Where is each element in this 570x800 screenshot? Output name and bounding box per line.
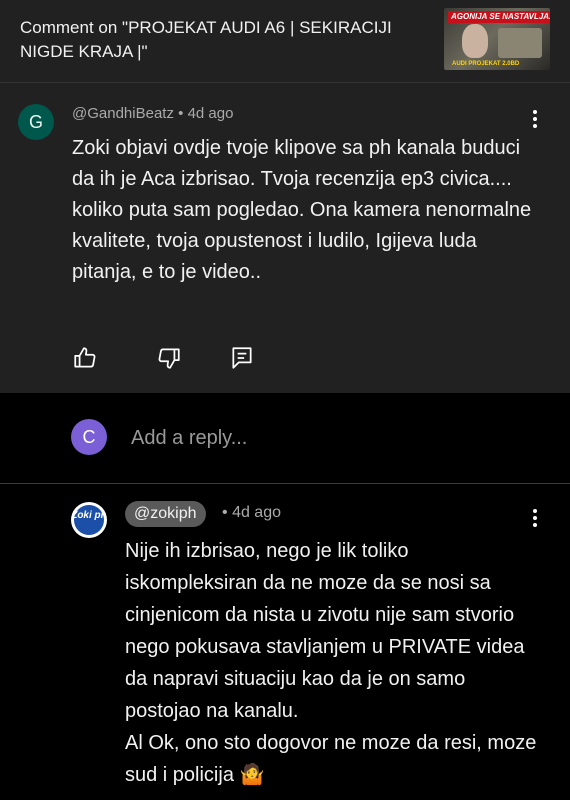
comment-meta: @GandhiBeatz • 4d ago [72, 105, 233, 122]
top-level-comment: G @GandhiBeatz • 4d ago Zoki objavi ovdj… [0, 83, 570, 393]
reply-meta: • 4d ago [222, 504, 281, 522]
user-avatar[interactable]: C [71, 419, 107, 455]
add-reply-row: C Add a reply... [0, 393, 570, 484]
like-icon[interactable] [72, 345, 98, 371]
video-thumbnail[interactable]: AGONIJA SE NASTAVLJA... AUDI PROJEKAT 2.… [444, 8, 550, 70]
avatar[interactable]: G [18, 104, 54, 140]
comment-author[interactable]: @GandhiBeatz [72, 105, 174, 122]
thumbnail-person [462, 24, 488, 58]
comment-time: 4d ago [187, 105, 234, 122]
thumbnail-car-part [498, 28, 542, 58]
thumbnail-banner: AGONIJA SE NASTAVLJA... [448, 11, 550, 23]
reply-text: Nije ih izbrisao, nego je lik toliko isk… [125, 540, 537, 786]
more-options-icon[interactable] [525, 107, 545, 131]
comment-header: Comment on "PROJEKAT AUDI A6 | SEKIRACIJ… [0, 0, 570, 83]
more-options-icon[interactable] [525, 506, 545, 530]
avatar[interactable]: Zoki ph [71, 502, 107, 538]
video-title: Comment on "PROJEKAT AUDI A6 | SEKIRACIJ… [20, 18, 392, 61]
creator-badge[interactable]: @zokiph [125, 501, 206, 527]
reply-time: 4d ago [232, 504, 281, 521]
dislike-icon[interactable] [156, 345, 182, 371]
meta-separator: • [222, 504, 228, 521]
reply-comment: Zoki ph @zokiph • 4d ago Nije ih izbrisa… [0, 484, 570, 800]
avatar-logo-text: Zoki ph [71, 510, 107, 521]
reply-input[interactable]: Add a reply... [131, 427, 247, 450]
reply-icon[interactable] [229, 345, 255, 371]
meta-separator: • [178, 105, 184, 122]
comment-text: Zoki objavi ovdje tvoje klipove sa ph ka… [72, 137, 532, 283]
thumbnail-caption: AUDI PROJEKAT 2.0BD [452, 61, 520, 67]
